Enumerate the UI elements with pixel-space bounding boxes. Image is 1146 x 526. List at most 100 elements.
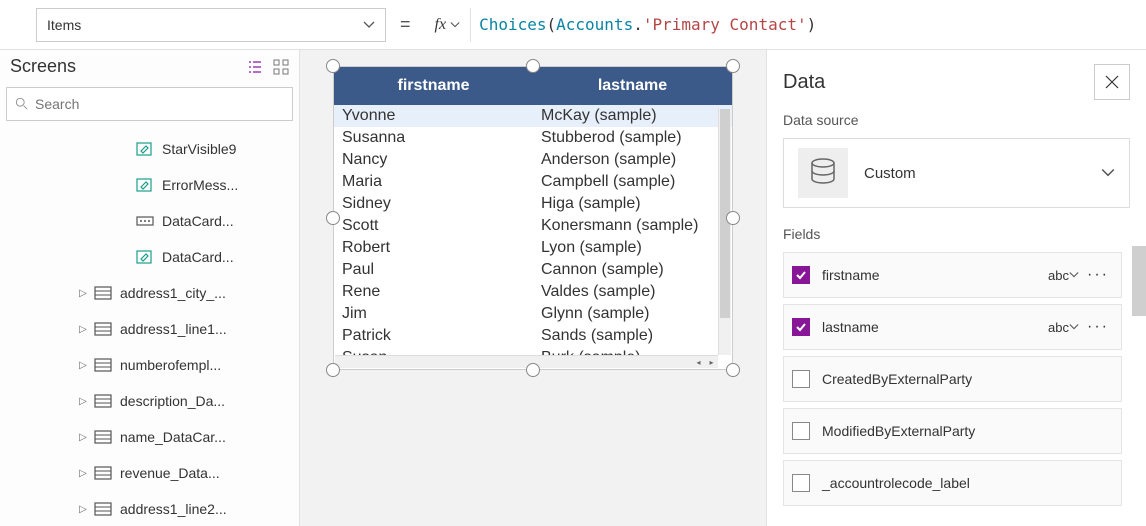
tree-item[interactable]: ▷ address1_line1...	[0, 311, 299, 347]
tree-item[interactable]: ▷name_DataCar...	[0, 419, 299, 455]
field-name: lastname	[822, 319, 1048, 335]
expand-caret-icon[interactable]: ▷	[76, 324, 90, 335]
tree-label: description_Da...	[120, 393, 225, 409]
resize-handle[interactable]	[526, 59, 540, 73]
resize-handle[interactable]	[526, 363, 540, 377]
fields-list[interactable]: firstnameabc ···lastnameabc ···CreatedBy…	[767, 246, 1146, 526]
table-row[interactable]: ScottKonersmann (sample)	[334, 215, 732, 237]
list-view-icon[interactable]	[247, 59, 263, 75]
field-checkbox[interactable]	[792, 422, 810, 440]
table-row[interactable]: SusannaStubberod (sample)	[334, 127, 732, 149]
form-icon	[94, 286, 112, 300]
resize-handle[interactable]	[726, 363, 740, 377]
field-row[interactable]: lastnameabc ···	[783, 304, 1122, 350]
field-checkbox[interactable]	[792, 370, 810, 388]
edit-icon	[136, 250, 154, 264]
tree-label: ErrorMess...	[162, 177, 238, 193]
scroll-right-icon[interactable]: ▸	[705, 357, 718, 368]
chevron-down-icon	[363, 19, 375, 31]
form-icon	[94, 502, 112, 516]
col-firstname-header[interactable]: firstname	[334, 67, 533, 105]
datatable-control[interactable]: firstname lastname YvonneMcKay (sample)S…	[333, 66, 733, 370]
field-name: ModifiedByExternalParty	[822, 423, 1113, 439]
table-row[interactable]: NancyAnderson (sample)	[334, 149, 732, 171]
fx-button[interactable]: fx	[425, 8, 472, 42]
tree-item[interactable]: DataCard...	[0, 203, 299, 239]
table-row[interactable]: YvonneMcKay (sample)	[334, 105, 732, 127]
tree-label: DataCard...	[162, 249, 234, 265]
table-row[interactable]: PatrickSands (sample)	[334, 325, 732, 347]
expand-caret-icon[interactable]: ▷	[76, 360, 90, 371]
cell-firstname: Susanna	[334, 127, 533, 149]
formula-input[interactable]: Choices( Accounts.'Primary Contact' )	[471, 8, 1146, 42]
scroll-left-icon[interactable]: ◂	[692, 357, 705, 368]
tree-item[interactable]: ErrorMess...	[0, 167, 299, 203]
tree-item[interactable]: StarVisible9	[0, 131, 299, 167]
datasource-selector[interactable]: Custom	[783, 138, 1130, 208]
fields-scrollbar[interactable]	[1132, 246, 1146, 316]
tree-item[interactable]: ▷revenue_Data...	[0, 455, 299, 491]
equals-label: =	[400, 14, 411, 35]
field-row[interactable]: firstnameabc ···	[783, 252, 1122, 298]
table-row[interactable]: PaulCannon (sample)	[334, 259, 732, 281]
field-checkbox[interactable]	[792, 266, 810, 284]
more-icon[interactable]: ···	[1083, 318, 1113, 336]
table-row[interactable]: ReneValdes (sample)	[334, 281, 732, 303]
table-row[interactable]: JimGlynn (sample)	[334, 303, 732, 325]
field-name: _accountrolecode_label	[822, 475, 1113, 491]
expand-caret-icon[interactable]: ▷	[76, 396, 90, 407]
tree-item[interactable]: ▷ description_Da...	[0, 383, 299, 419]
tree-view[interactable]: StarVisible9 ErrorMess... DataCard... DataC…	[0, 129, 299, 526]
tree-item[interactable]: ▷numberofempl...	[0, 347, 299, 383]
check-icon	[795, 269, 807, 281]
form-icon	[94, 466, 112, 480]
cell-firstname: Sidney	[334, 193, 533, 215]
data-title: Data	[783, 71, 825, 94]
table-row[interactable]: RobertLyon (sample)	[334, 237, 732, 259]
cell-firstname: Nancy	[334, 149, 533, 171]
cell-firstname: Patrick	[334, 325, 533, 347]
search-box[interactable]	[6, 87, 293, 121]
cell-lastname: Sands (sample)	[533, 325, 732, 347]
tree-item[interactable]: ▷address1_line2...	[0, 491, 299, 526]
data-panel: Data Data source Custom Fields firstname…	[766, 50, 1146, 526]
table-row[interactable]: MariaCampbell (sample)	[334, 171, 732, 193]
cell-lastname: Cannon (sample)	[533, 259, 732, 281]
search-input[interactable]	[35, 96, 284, 112]
tree-label: address1_line1...	[120, 321, 227, 337]
close-button[interactable]	[1094, 64, 1130, 100]
resize-handle[interactable]	[326, 363, 340, 377]
tree-item[interactable]: ▷address1_city_...	[0, 275, 299, 311]
cell-lastname: Stubberod (sample)	[533, 127, 732, 149]
field-checkbox[interactable]	[792, 474, 810, 492]
field-type-selector[interactable]: abc	[1048, 268, 1079, 283]
expand-caret-icon[interactable]: ▷	[76, 504, 90, 515]
more-icon[interactable]: ···	[1083, 266, 1113, 284]
expand-caret-icon[interactable]: ▷	[76, 432, 90, 443]
resize-handle[interactable]	[326, 211, 340, 225]
table-row[interactable]: SidneyHiga (sample)	[334, 193, 732, 215]
grid-view-icon[interactable]	[273, 59, 289, 75]
resize-handle[interactable]	[726, 59, 740, 73]
tree-item[interactable]: DataCard...	[0, 239, 299, 275]
expand-caret-icon[interactable]: ▷	[76, 468, 90, 479]
vertical-scrollbar[interactable]	[718, 109, 731, 355]
field-name: CreatedByExternalParty	[822, 371, 1113, 387]
resize-handle[interactable]	[726, 211, 740, 225]
fields-label: Fields	[767, 222, 1146, 246]
field-row[interactable]: _accountrolecode_label	[783, 460, 1122, 506]
field-checkbox[interactable]	[792, 318, 810, 336]
chevron-down-icon	[1101, 166, 1115, 180]
cell-lastname: Glynn (sample)	[533, 303, 732, 325]
database-icon	[798, 148, 848, 198]
expand-caret-icon[interactable]: ▷	[76, 288, 90, 299]
field-type-selector[interactable]: abc	[1048, 320, 1079, 335]
property-selector[interactable]: Items	[36, 8, 386, 42]
field-row[interactable]: ModifiedByExternalParty	[783, 408, 1122, 454]
col-lastname-header[interactable]: lastname	[533, 67, 732, 105]
resize-handle[interactable]	[326, 59, 340, 73]
field-row[interactable]: CreatedByExternalParty	[783, 356, 1122, 402]
canvas[interactable]: firstname lastname YvonneMcKay (sample)S…	[300, 50, 766, 526]
form-icon	[94, 394, 112, 408]
fx-label: fx	[435, 16, 447, 34]
